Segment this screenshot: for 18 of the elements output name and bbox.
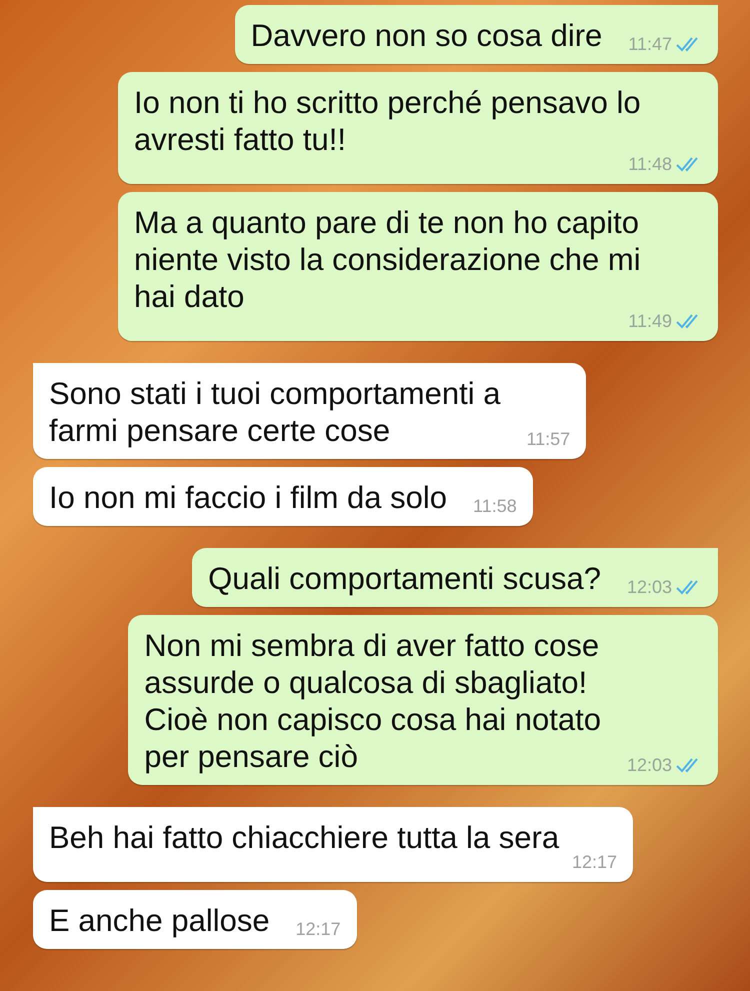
message-time: 11:57 — [526, 429, 570, 449]
message-text: E anche pallose — [49, 902, 270, 939]
message-text: Sono stati i tuoi comportamenti a farmi pensare certe cose — [49, 375, 500, 449]
message-time: 11:49 — [628, 311, 672, 331]
message-text: Quali comportamenti scusa? — [208, 560, 601, 597]
message-text: Io non ti ho scritto perché pensavo lo avresti fatto tu!! — [134, 84, 641, 157]
message-text: Non mi sembra di aver fatto cose assurde o qualcosa di sbagliato! Cioè non capisco cosa hai notato per pensare ciò — [144, 627, 601, 775]
message-time: 12:03 — [626, 755, 672, 775]
message-time: 12:03 — [626, 577, 672, 597]
message-time: 11:58 — [473, 496, 517, 516]
message-time: 12:17 — [296, 919, 341, 939]
message-text: Davvero non so cosa dire — [250, 17, 602, 54]
message-time: 11:47 — [628, 34, 672, 54]
message-time: 11:48 — [628, 154, 672, 174]
message-text: Beh hai fatto chiacchiere tutta la sera — [49, 819, 560, 856]
message-time: 12:17 — [572, 852, 617, 872]
message-text: Ma a quanto pare di te non ho capito niente visto la considerazione che mi hai dato — [134, 204, 641, 314]
message-text: Io non mi faccio i film da solo — [49, 479, 448, 516]
